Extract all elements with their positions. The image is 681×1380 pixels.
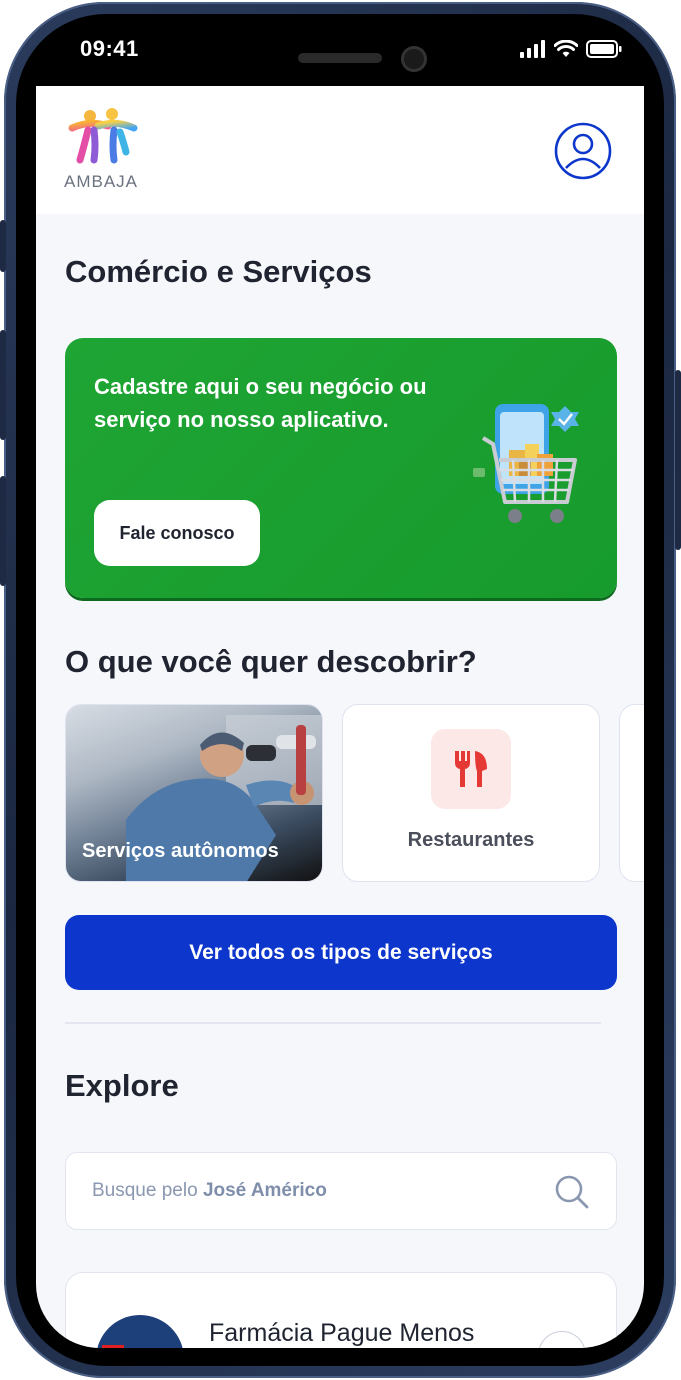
status-time: 09:41 [80, 36, 139, 61]
section-divider [65, 1022, 601, 1024]
commerce-title: Comércio e Serviços [65, 254, 372, 289]
profile-button[interactable] [554, 122, 612, 180]
view-all-services-button[interactable]: Ver todos os tipos de serviços [65, 915, 617, 990]
register-business-banner: Cadastre aqui o seu negócio ou serviço n… [65, 338, 617, 598]
search-placeholder: Busque pelo José Américo [92, 1180, 327, 1202]
explore-title: Explore [65, 1068, 179, 1103]
category-card-partial[interactable] [619, 704, 644, 882]
user-profile-icon [554, 122, 612, 180]
discover-title: O que você quer descobrir? [65, 644, 477, 679]
ambaja-logo[interactable]: AMBAJA [64, 106, 146, 194]
search-icon[interactable] [554, 1174, 590, 1210]
app-header: AMBAJA [36, 86, 644, 214]
fork-knife-icon [455, 751, 487, 787]
store-logo-mark [102, 1345, 124, 1348]
category-card-restaurants[interactable]: Restaurantes [342, 704, 600, 882]
cellular-signal-icon [520, 40, 545, 58]
category-carousel[interactable]: Serviços autônomos Restaurantes [65, 704, 644, 884]
store-list-item[interactable]: Farmácia Pague Menos [65, 1272, 617, 1348]
store-avatar [96, 1315, 184, 1348]
category-label: Serviços autônomos [82, 840, 279, 862]
status-icons [520, 40, 622, 58]
wifi-icon [554, 40, 578, 57]
store-open-button[interactable] [538, 1331, 586, 1348]
contact-us-button[interactable]: Fale conosco [94, 500, 260, 566]
restaurant-icon-box [431, 729, 511, 809]
banner-text: Cadastre aqui o seu negócio ou serviço n… [94, 374, 427, 432]
front-camera [401, 46, 427, 72]
ambaja-logo-icon [68, 108, 138, 164]
category-label: Restaurantes [407, 829, 535, 851]
search-placeholder-place: José Américo [202, 1180, 327, 1201]
app-screen: AMBAJA Comércio e Serviços Cadastre aqui… [36, 86, 644, 1348]
earpiece-speaker [298, 53, 382, 63]
volume-up-button [0, 330, 6, 440]
mute-switch [0, 220, 6, 272]
search-input[interactable]: Busque pelo José Américo [65, 1152, 617, 1230]
search-placeholder-prefix: Busque pelo [92, 1180, 198, 1201]
shopping-cart-illustration [473, 404, 579, 523]
battery-icon [586, 40, 622, 58]
category-card-autonomous-services[interactable]: Serviços autônomos [65, 704, 323, 882]
volume-down-button [0, 476, 6, 586]
logo-text: AMBAJA [64, 172, 139, 191]
power-button [675, 370, 681, 550]
store-name: Farmácia Pague Menos [209, 1319, 475, 1347]
